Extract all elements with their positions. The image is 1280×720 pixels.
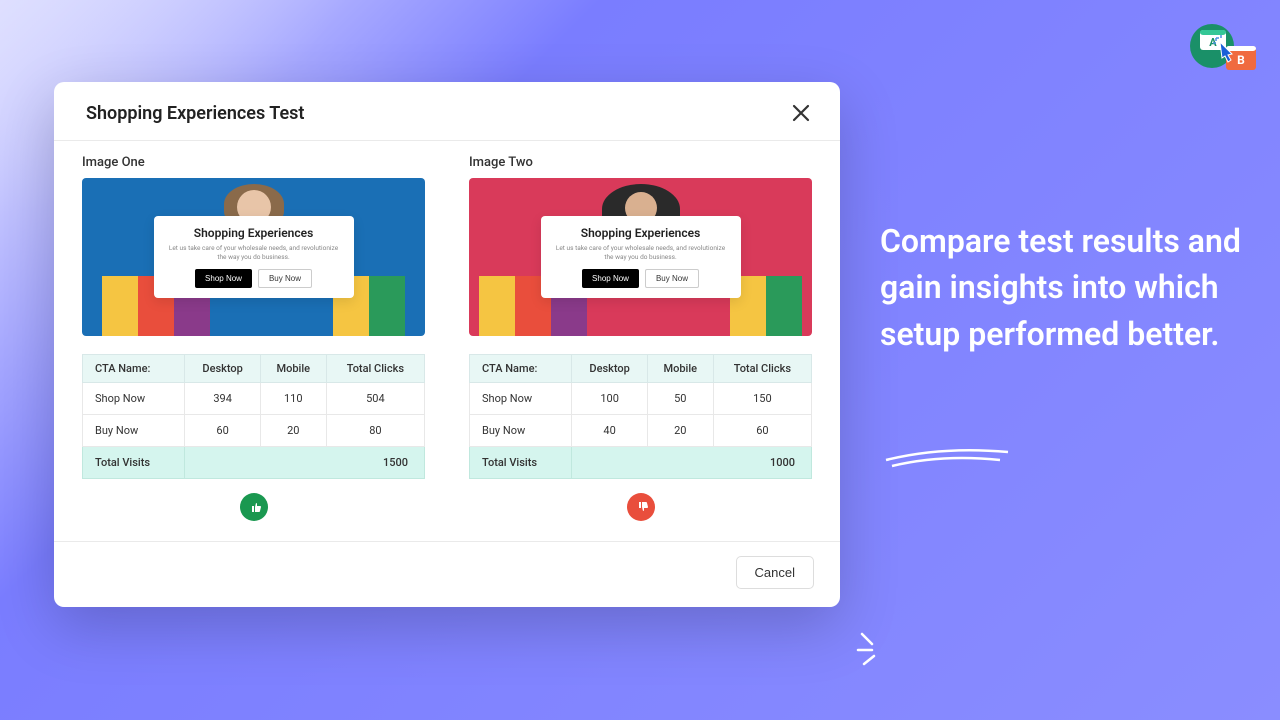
- banner-card: Shopping Experiences Let us take care of …: [154, 216, 354, 298]
- th-total: Total Clicks: [326, 355, 424, 383]
- underline-decoration: [882, 442, 1012, 472]
- promo-headline: Compare test results and gain insights i…: [880, 218, 1250, 357]
- table-row: Buy Now402060: [470, 415, 812, 447]
- total-cell: 60: [713, 415, 811, 447]
- banner-card-title: Shopping Experiences: [555, 226, 727, 240]
- shop-now-button[interactable]: Shop Now: [195, 269, 252, 288]
- th-mobile: Mobile: [260, 355, 326, 383]
- variant-label: Image Two: [469, 155, 812, 170]
- total-visits-row: Total Visits1500: [83, 447, 425, 479]
- modal-footer: Cancel: [54, 541, 840, 607]
- variant-label: Image One: [82, 155, 425, 170]
- variant-banner: Shopping Experiences Let us take care of …: [82, 178, 425, 336]
- results-table: CTA Name:DesktopMobileTotal ClicksShop N…: [469, 354, 812, 479]
- modal-header: Shopping Experiences Test: [54, 82, 840, 141]
- cancel-button[interactable]: Cancel: [736, 556, 814, 589]
- variant-column: Image Two Shopping Experiences Let us take…: [469, 155, 812, 521]
- table-row: Shop Now394110504: [83, 383, 425, 415]
- variant-banner: Shopping Experiences Let us take care of …: [469, 178, 812, 336]
- shop-now-button[interactable]: Shop Now: [582, 269, 639, 288]
- sparkle-decoration: [856, 628, 896, 668]
- cta-cell: Buy Now: [83, 415, 185, 447]
- buy-now-button[interactable]: Buy Now: [258, 269, 312, 288]
- results-table: CTA Name:DesktopMobileTotal ClicksShop N…: [82, 354, 425, 479]
- table-row: Buy Now602080: [83, 415, 425, 447]
- modal-title: Shopping Experiences Test: [86, 103, 304, 124]
- total-cell: 80: [326, 415, 424, 447]
- thumbs-down-icon: [469, 493, 812, 521]
- desktop-cell: 60: [185, 415, 260, 447]
- mobile-cell: 20: [647, 415, 713, 447]
- svg-text:B: B: [1237, 53, 1245, 67]
- total-cell: 150: [713, 383, 811, 415]
- total-visits-row: Total Visits1000: [470, 447, 812, 479]
- mobile-cell: 110: [260, 383, 326, 415]
- th-total: Total Clicks: [713, 355, 811, 383]
- th-desktop: Desktop: [185, 355, 260, 383]
- cta-cell: Shop Now: [83, 383, 185, 415]
- mobile-cell: 50: [647, 383, 713, 415]
- visits-value: 1000: [572, 447, 812, 479]
- th-desktop: Desktop: [572, 355, 647, 383]
- total-cell: 504: [326, 383, 424, 415]
- visits-value: 1500: [185, 447, 425, 479]
- table-row: Shop Now10050150: [470, 383, 812, 415]
- visits-label: Total Visits: [470, 447, 572, 479]
- th-mobile: Mobile: [647, 355, 713, 383]
- cta-cell: Shop Now: [470, 383, 572, 415]
- desktop-cell: 394: [185, 383, 260, 415]
- banner-card-subtitle: Let us take care of your wholesale needs…: [555, 244, 727, 261]
- cta-cell: Buy Now: [470, 415, 572, 447]
- close-icon[interactable]: [788, 100, 814, 126]
- th-cta: CTA Name:: [470, 355, 572, 383]
- desktop-cell: 40: [572, 415, 647, 447]
- variant-column: Image One Shopping Experiences Let us take…: [82, 155, 425, 521]
- ab-test-logo: A B: [1190, 20, 1260, 78]
- visits-label: Total Visits: [83, 447, 185, 479]
- buy-now-button[interactable]: Buy Now: [645, 269, 699, 288]
- banner-card-subtitle: Let us take care of your wholesale needs…: [168, 244, 340, 261]
- results-modal: Shopping Experiences Test Image One Shopp…: [54, 82, 840, 607]
- banner-card: Shopping Experiences Let us take care of …: [541, 216, 741, 298]
- banner-card-title: Shopping Experiences: [168, 226, 340, 240]
- mobile-cell: 20: [260, 415, 326, 447]
- desktop-cell: 100: [572, 383, 647, 415]
- thumbs-up-icon: [82, 493, 425, 521]
- th-cta: CTA Name:: [83, 355, 185, 383]
